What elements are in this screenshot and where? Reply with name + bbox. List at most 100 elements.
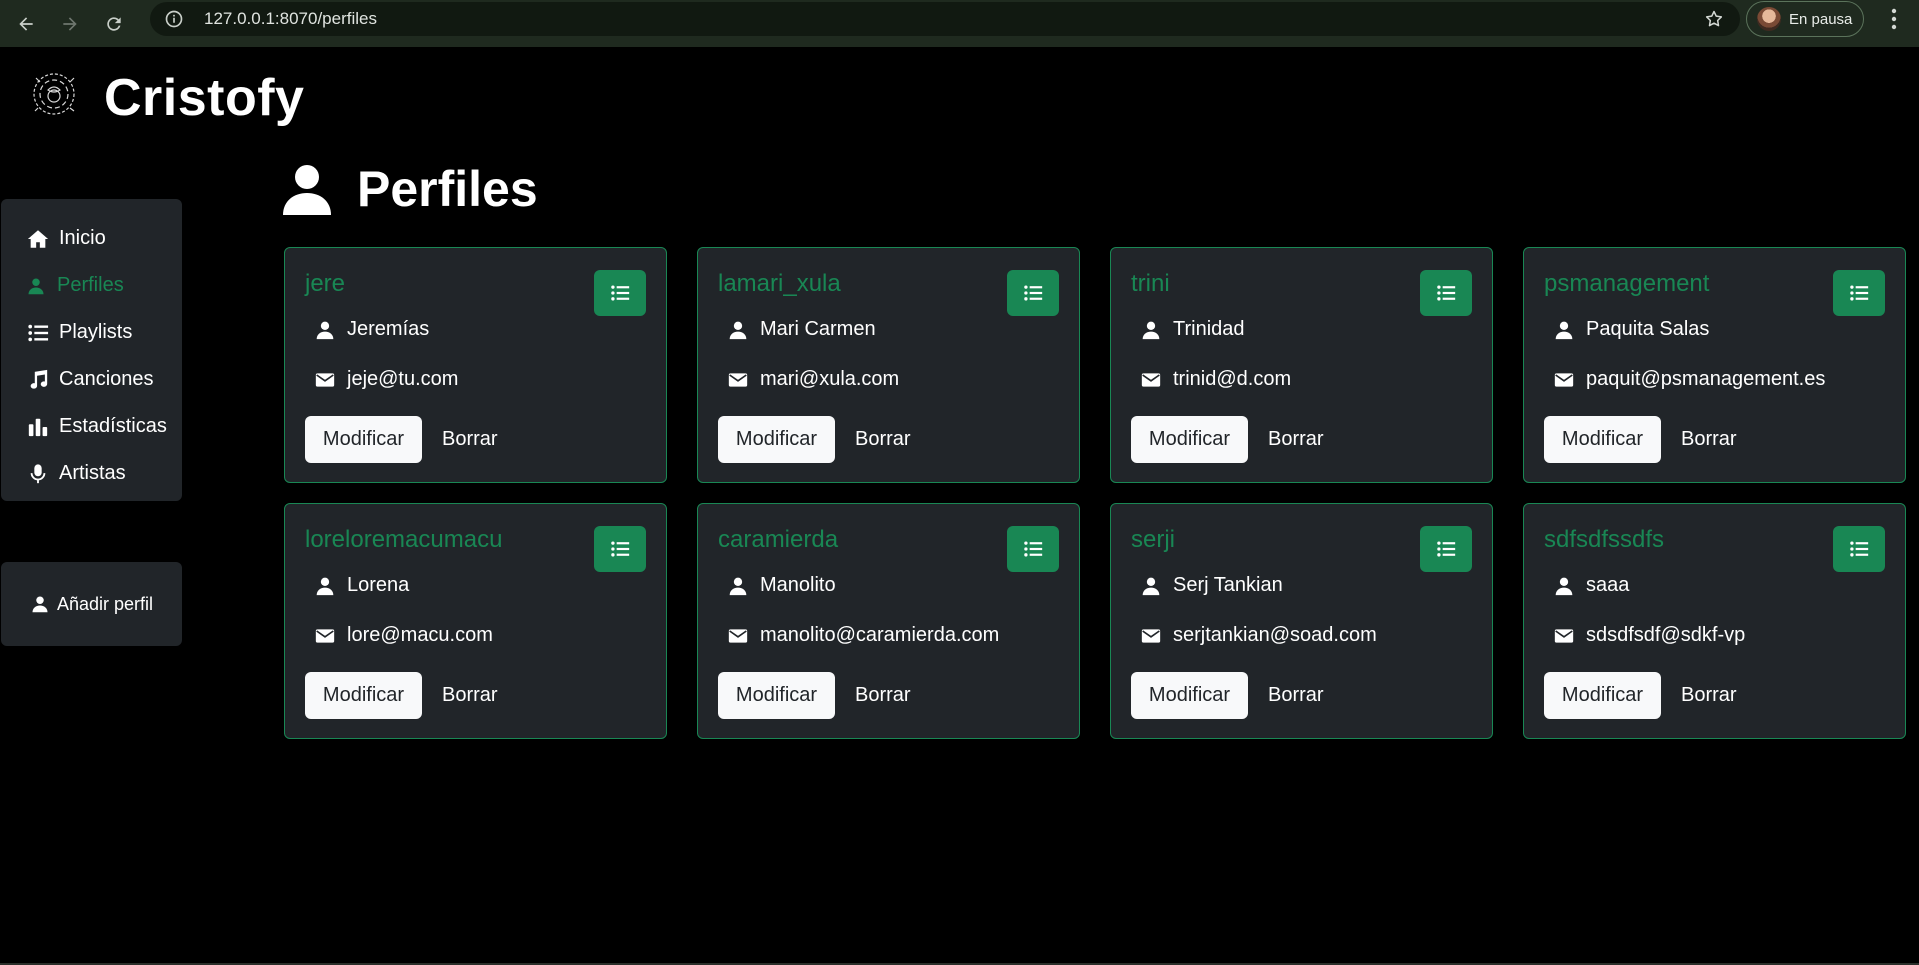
- profile-playlists-button[interactable]: [594, 526, 646, 572]
- sidebar-item-estadisticas[interactable]: Estadísticas: [1, 403, 182, 450]
- delete-button[interactable]: Borrar: [1268, 416, 1324, 463]
- list-icon: [1024, 285, 1043, 301]
- profile-email-row: jeje@tu.com: [315, 368, 458, 391]
- user-icon: [1142, 577, 1160, 595]
- list-icon: [1850, 541, 1869, 557]
- envelope-icon: [728, 628, 748, 643]
- address-bar[interactable]: 127.0.0.1:8070/perfiles: [150, 2, 1740, 36]
- modify-button[interactable]: Modificar: [1544, 416, 1661, 463]
- profile-email-row: manolito@caramierda.com: [728, 624, 999, 647]
- profile-status: En pausa: [1789, 10, 1853, 28]
- profile-card: trini Trinidad trinid@d.com Modificar Bo…: [1110, 247, 1493, 483]
- modify-button[interactable]: Modificar: [1131, 416, 1248, 463]
- more-menu-icon[interactable]: [1882, 6, 1906, 32]
- profile-email-row: sdsdfsdf@sdkf-vp: [1554, 624, 1745, 647]
- profile-playlists-button[interactable]: [594, 270, 646, 316]
- delete-button[interactable]: Borrar: [442, 672, 498, 719]
- profile-playlists-button[interactable]: [1007, 270, 1059, 316]
- envelope-icon: [315, 372, 335, 387]
- delete-button[interactable]: Borrar: [442, 416, 498, 463]
- app-brand[interactable]: Cristofy: [104, 68, 304, 128]
- forward-button[interactable]: [52, 6, 88, 42]
- cristofy-logo-icon: [33, 73, 75, 115]
- profile-username: psmanagement: [1544, 270, 1710, 297]
- profiles-grid: jere Jeremías jeje@tu.com Modificar Borr…: [284, 247, 1906, 739]
- modify-button[interactable]: Modificar: [305, 416, 422, 463]
- sidebar-item-label: Playlists: [59, 321, 133, 343]
- delete-button[interactable]: Borrar: [855, 672, 911, 719]
- profile-name-row: Manolito: [728, 574, 836, 597]
- profile-email: paquit@psmanagement.es: [1586, 368, 1826, 390]
- add-profile-button[interactable]: Añadir perfil: [1, 562, 182, 646]
- bookmark-star-icon[interactable]: [1704, 9, 1724, 29]
- browser-profile-chip[interactable]: En pausa: [1746, 1, 1864, 37]
- page-title: Perfiles: [357, 161, 538, 217]
- list-icon: [28, 324, 49, 341]
- profile-username: loreloremacumacu: [305, 526, 503, 553]
- info-icon[interactable]: [164, 9, 184, 29]
- profile-email-row: serjtankian@soad.com: [1141, 624, 1377, 647]
- profile-playlists-button[interactable]: [1007, 526, 1059, 572]
- profile-email: serjtankian@soad.com: [1173, 624, 1377, 646]
- profile-name-row: Mari Carmen: [728, 318, 876, 341]
- modify-button[interactable]: Modificar: [718, 672, 835, 719]
- profile-card: loreloremacumacu Lorena lore@macu.com Mo…: [284, 503, 667, 739]
- profile-full-name: Trinidad: [1173, 318, 1245, 340]
- bar-chart-icon: [28, 418, 48, 436]
- envelope-icon: [728, 372, 748, 387]
- user-icon: [316, 577, 334, 595]
- delete-button[interactable]: Borrar: [1681, 416, 1737, 463]
- modify-button[interactable]: Modificar: [1544, 672, 1661, 719]
- profile-email: trinid@d.com: [1173, 368, 1292, 390]
- profile-full-name: Serj Tankian: [1173, 574, 1283, 596]
- envelope-icon: [1141, 628, 1161, 643]
- modify-button[interactable]: Modificar: [1131, 672, 1248, 719]
- envelope-icon: [1554, 628, 1574, 643]
- avatar: [1757, 7, 1781, 31]
- profile-card: jere Jeremías jeje@tu.com Modificar Borr…: [284, 247, 667, 483]
- url-text[interactable]: 127.0.0.1:8070/perfiles: [204, 9, 377, 29]
- reload-button[interactable]: [96, 6, 132, 42]
- list-icon: [1850, 285, 1869, 301]
- browser-toolbar: 127.0.0.1:8070/perfiles En pausa: [0, 0, 1919, 47]
- modify-button[interactable]: Modificar: [305, 672, 422, 719]
- delete-button[interactable]: Borrar: [1268, 672, 1324, 719]
- profile-name-row: saaa: [1554, 574, 1629, 597]
- delete-button[interactable]: Borrar: [855, 416, 911, 463]
- profile-email-row: trinid@d.com: [1141, 368, 1291, 391]
- profile-playlists-button[interactable]: [1420, 526, 1472, 572]
- sidebar-item-canciones[interactable]: Canciones: [1, 356, 182, 403]
- sidebar-item-artistas[interactable]: Artistas: [1, 450, 182, 497]
- profile-email: jeje@tu.com: [347, 368, 459, 390]
- user-icon: [729, 577, 747, 595]
- back-button[interactable]: [8, 6, 44, 42]
- profile-full-name: Mari Carmen: [760, 318, 876, 340]
- profile-card: lamari_xula Mari Carmen mari@xula.com Mo…: [697, 247, 1080, 483]
- profile-email: lore@macu.com: [347, 624, 493, 646]
- profile-full-name: Lorena: [347, 574, 410, 596]
- sidebar-item-label: Artistas: [59, 462, 126, 484]
- user-icon: [729, 321, 747, 339]
- profile-email-row: mari@xula.com: [728, 368, 899, 391]
- profile-name-row: Serj Tankian: [1141, 574, 1283, 597]
- arrow-right-icon: [63, 16, 77, 31]
- profile-username: jere: [305, 270, 346, 297]
- profile-playlists-button[interactable]: [1420, 270, 1472, 316]
- list-icon: [1437, 541, 1456, 557]
- sidebar-item-perfiles[interactable]: Perfiles: [1, 262, 182, 309]
- sidebar-item-label: Perfiles: [57, 274, 124, 296]
- sidebar-item-label: Estadísticas: [59, 415, 167, 437]
- profile-name-row: Lorena: [315, 574, 409, 597]
- profile-email-row: lore@macu.com: [315, 624, 493, 647]
- modify-button[interactable]: Modificar: [718, 416, 835, 463]
- profile-playlists-button[interactable]: [1833, 270, 1885, 316]
- profile-name-row: Jeremías: [315, 318, 429, 341]
- user-icon: [1142, 321, 1160, 339]
- home-icon: [27, 229, 49, 248]
- sidebar-item-inicio[interactable]: Inicio: [1, 215, 182, 262]
- sidebar-item-playlists[interactable]: Playlists: [1, 309, 182, 356]
- profile-playlists-button[interactable]: [1833, 526, 1885, 572]
- profile-card: caramierda Manolito manolito@caramierda.…: [697, 503, 1080, 739]
- delete-button[interactable]: Borrar: [1681, 672, 1737, 719]
- list-icon: [611, 285, 630, 301]
